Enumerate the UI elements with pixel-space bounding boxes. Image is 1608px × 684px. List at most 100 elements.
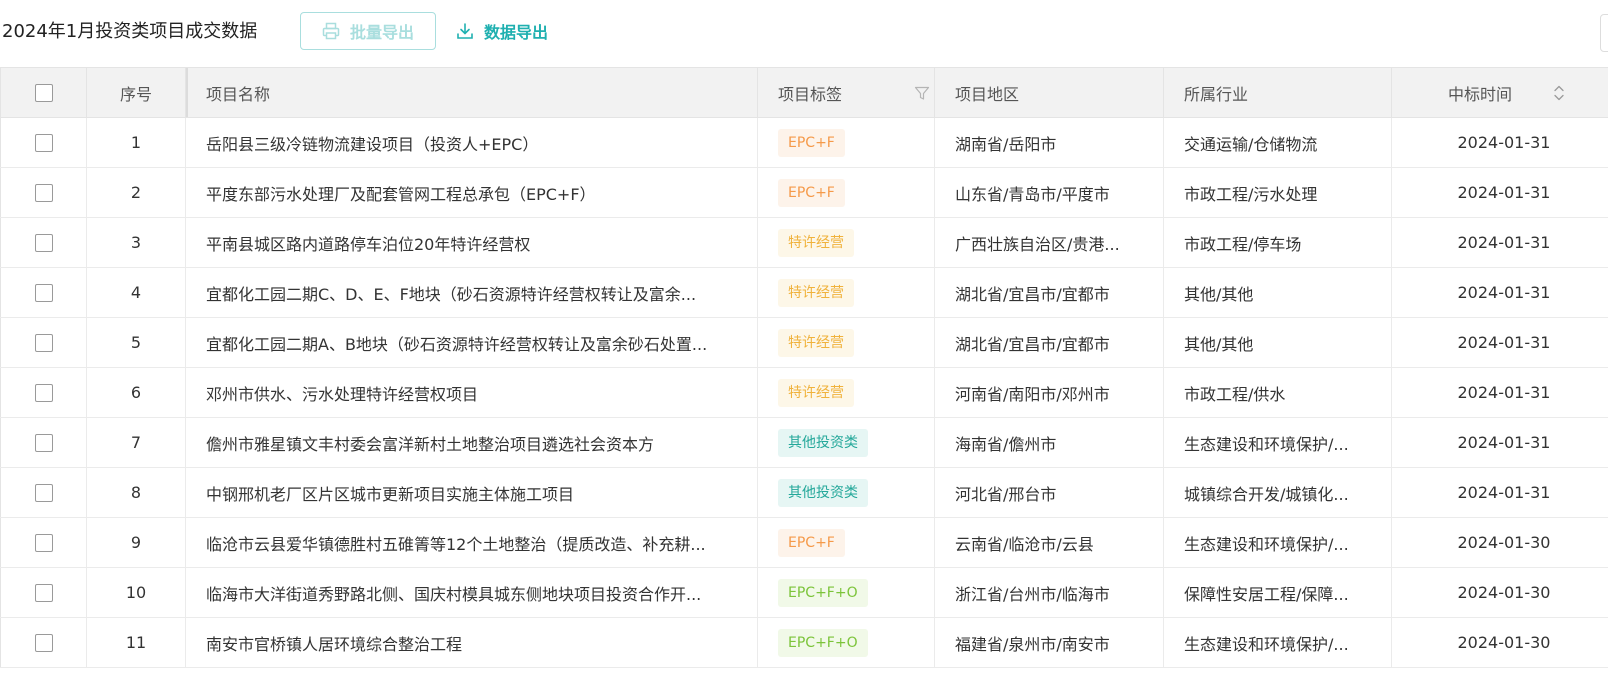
row-tag-cell: 特许经营 [757,217,935,268]
batch-export-label: 批量导出 [349,23,414,42]
row-project-name[interactable]: 中钢邢机老厂区片区城市更新项目实施主体施工项目 [185,467,758,518]
select-all-cell [0,67,87,118]
table-row[interactable]: 1 岳阳县三级冷链物流建设项目（投资人+EPC） EPC+F 湖南省/岳阳市 交通运输/… [0,117,1608,168]
row-seq: 5 [86,317,186,368]
row-checkbox[interactable] [34,234,53,253]
table-row[interactable]: 2 平度东部污水处理厂及配套管网工程总承包（EPC+F） EPC+F 山东省/青岛市/… [0,167,1608,218]
row-select-cell [0,267,87,318]
row-date: 2024-01-30 [1391,617,1608,668]
row-tag-cell: EPC+F+O [757,567,935,618]
row-date: 2024-01-31 [1391,367,1608,418]
row-tag-cell: 特许经营 [757,317,935,368]
project-tag-badge: 特许经营 [778,378,854,407]
table-row[interactable]: 9 临沧市云县爱华镇德胜村五碓箐等12个土地整治（提质改造、补充耕... EPC+F… [0,517,1608,568]
project-tag-badge: 其他投资类 [778,478,868,507]
row-region: 湖北省/宜昌市/宜都市 [934,317,1164,368]
row-seq: 3 [86,217,186,268]
table-row[interactable]: 5 宜都化工园二期A、B地块（砂石资源特许经营权转让及富余砂石处置... 特许经营 湖… [0,317,1608,368]
row-date: 2024-01-30 [1391,517,1608,568]
column-header-tag[interactable]: 项目标签 [757,67,935,118]
row-region: 浙江省/台州市/临海市 [934,567,1164,618]
select-all-checkbox[interactable] [34,84,53,103]
row-date: 2024-01-31 [1391,117,1608,168]
row-tag-cell: 特许经营 [757,367,935,418]
printer-icon [322,22,340,40]
table-row[interactable]: 4 宜都化工园二期C、D、E、F地块（砂石资源特许经营权转让及富余... 特许经营 湖… [0,267,1608,318]
row-region: 云南省/临沧市/云县 [934,517,1164,568]
row-region: 福建省/泉州市/南安市 [934,617,1164,668]
table-body: 1 岳阳县三级冷链物流建设项目（投资人+EPC） EPC+F 湖南省/岳阳市 交通运输/… [0,117,1608,668]
table-row[interactable]: 10 临海市大洋街道秀野路北侧、国庆村模具城东侧地块项目投资合作开... EPC+F… [0,567,1608,618]
table-row[interactable]: 6 邓州市供水、污水处理特许经营权项目 特许经营 河南省/南阳市/邓州市 市政工程/供水… [0,367,1608,418]
row-industry: 市政工程/供水 [1163,367,1392,418]
row-project-name[interactable]: 临海市大洋街道秀野路北侧、国庆村模具城东侧地块项目投资合作开... [185,567,758,618]
row-date: 2024-01-31 [1391,167,1608,218]
row-project-name[interactable]: 宜都化工园二期A、B地块（砂石资源特许经营权转让及富余砂石处置... [185,317,758,368]
row-select-cell [0,117,87,168]
row-checkbox[interactable] [34,634,53,653]
column-header-name: 项目名称 [185,67,758,118]
column-header-date[interactable]: 中标时间 [1391,67,1608,118]
table-header-row: 序号 项目名称 项目标签 项目地区 所属行业 中标时间 [0,67,1608,118]
row-project-name[interactable]: 平度东部污水处理厂及配套管网工程总承包（EPC+F） [185,167,758,218]
row-project-name[interactable]: 临沧市云县爱华镇德胜村五碓箐等12个土地整治（提质改造、补充耕... [185,517,758,568]
row-tag-cell: EPC+F+O [757,617,935,668]
row-date: 2024-01-31 [1391,417,1608,468]
row-industry: 市政工程/停车场 [1163,217,1392,268]
row-tag-cell: EPC+F [757,117,935,168]
row-checkbox[interactable] [34,484,53,503]
row-tag-cell: 其他投资类 [757,417,935,468]
row-date: 2024-01-31 [1391,467,1608,518]
row-seq: 10 [86,567,186,618]
table-row[interactable]: 7 儋州市雅星镇文丰村委会富洋新村土地整治项目遴选社会资本方 其他投资类 海南省/儋州… [0,417,1608,468]
row-project-name[interactable]: 南安市官桥镇人居环境综合整治工程 [185,617,758,668]
data-export-button[interactable]: 数据导出 [456,12,548,50]
row-select-cell [0,467,87,518]
project-tag-badge: EPC+F+O [778,628,868,657]
row-region: 海南省/儋州市 [934,417,1164,468]
row-checkbox[interactable] [34,434,53,453]
row-project-name[interactable]: 宜都化工园二期C、D、E、F地块（砂石资源特许经营权转让及富余... [185,267,758,318]
row-seq: 6 [86,367,186,418]
table-row[interactable]: 3 平南县城区路内道路停车泊位20年特许经营权 特许经营 广西壮族自治区/贵港... 市… [0,217,1608,268]
filter-icon[interactable] [914,85,930,105]
row-checkbox[interactable] [34,134,53,153]
row-seq: 7 [86,417,186,468]
column-header-seq: 序号 [86,67,186,118]
row-checkbox[interactable] [34,184,53,203]
row-checkbox[interactable] [34,534,53,553]
row-checkbox[interactable] [34,284,53,303]
row-industry: 生态建设和环境保护/... [1163,517,1392,568]
project-tag-badge: 特许经营 [778,328,854,357]
data-export-label: 数据导出 [484,23,549,42]
row-tag-cell: 其他投资类 [757,467,935,518]
column-header-date-label: 中标时间 [1447,84,1512,104]
column-header-industry: 所属行业 [1163,67,1392,118]
row-industry: 城镇综合开发/城镇化... [1163,467,1392,518]
row-project-name[interactable]: 儋州市雅星镇文丰村委会富洋新村土地整治项目遴选社会资本方 [185,417,758,468]
table-row[interactable]: 11 南安市官桥镇人居环境综合整治工程 EPC+F+O 福建省/泉州市/南安市 生态建设… [0,617,1608,668]
row-project-name[interactable]: 平南县城区路内道路停车泊位20年特许经营权 [185,217,758,268]
row-project-name[interactable]: 邓州市供水、污水处理特许经营权项目 [185,367,758,418]
row-select-cell [0,517,87,568]
project-tag-badge: EPC+F [778,528,845,557]
row-tag-cell: EPC+F [757,167,935,218]
table-row[interactable]: 8 中钢邢机老厂区片区城市更新项目实施主体施工项目 其他投资类 河北省/邢台市 城镇综合… [0,467,1608,518]
row-date: 2024-01-31 [1391,267,1608,318]
row-project-name[interactable]: 岳阳县三级冷链物流建设项目（投资人+EPC） [185,117,758,168]
project-tag-badge: EPC+F [778,178,845,207]
row-region: 湖南省/岳阳市 [934,117,1164,168]
row-date: 2024-01-31 [1391,317,1608,368]
row-date: 2024-01-31 [1391,217,1608,268]
row-region: 山东省/青岛市/平度市 [934,167,1164,218]
sort-icon[interactable] [1552,83,1566,107]
toolbar-edge-control[interactable] [1600,14,1608,52]
row-checkbox[interactable] [34,334,53,353]
batch-export-button[interactable]: 批量导出 [300,12,436,50]
row-checkbox[interactable] [34,584,53,603]
row-select-cell [0,417,87,468]
row-industry: 交通运输/仓储物流 [1163,117,1392,168]
row-seq: 1 [86,117,186,168]
row-checkbox[interactable] [34,384,53,403]
project-tag-badge: EPC+F+O [778,578,868,607]
